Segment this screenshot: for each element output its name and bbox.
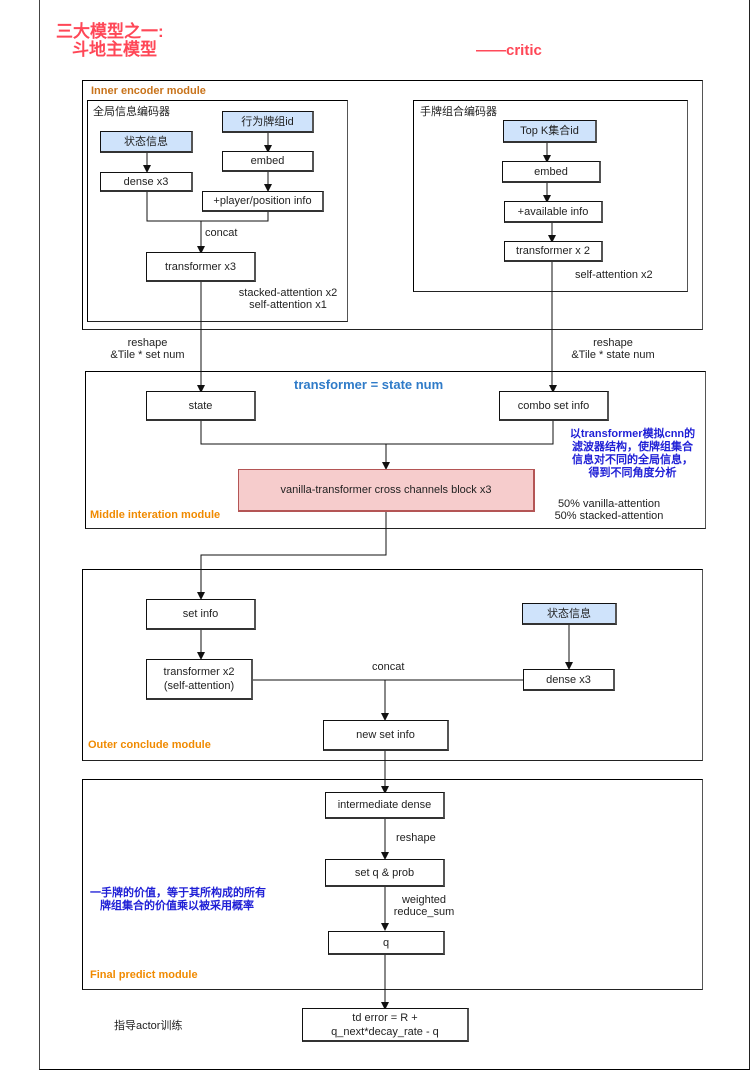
global-attention-note: stacked-attention x2 self-attention x1 — [232, 287, 344, 311]
q-box[interactable]: q — [328, 931, 445, 955]
player-position-info-box[interactable]: +player/position info — [202, 191, 324, 212]
final-reshape-label: reshape — [396, 832, 436, 844]
hand-attention-note: self-attention x2 — [575, 269, 653, 281]
final-note-line2: 牌组集合的价值乘以被采用概率 — [100, 900, 254, 912]
outer-concat-label: concat — [372, 661, 405, 673]
new-set-info-box[interactable]: new set info — [323, 720, 449, 751]
reshape-right-line2: &Tile * state num — [571, 349, 655, 361]
middle-blue-note: 以transformer模拟cnn的 滤波器结构，使牌组集合 信息对不同的全局信… — [560, 428, 705, 480]
td-error-line2: q_next*decay_rate - q — [331, 1025, 439, 1038]
attention-note-line2: self-attention x1 — [249, 299, 327, 311]
topk-set-id-input[interactable]: Top K集合id — [503, 120, 597, 143]
outer-transformer-line2: (self-attention) — [163, 680, 235, 692]
middle-module-title: Middle interation module — [90, 509, 221, 521]
reshape-right-line1: reshape — [593, 337, 633, 349]
guide-actor-label: 指导actor训练 — [114, 1020, 183, 1032]
ratio-line1: 50% vanilla-attention — [557, 498, 661, 510]
state-info-input[interactable]: 状态信息 — [100, 131, 193, 153]
outer-state-info-input[interactable]: 状态信息 — [522, 603, 617, 625]
arrowhead — [381, 923, 389, 931]
outer-module-title: Outer conclude module — [88, 739, 211, 751]
attention-note-line1: stacked-attention x2 — [238, 287, 338, 299]
weighted-line2: reduce_sum — [393, 906, 455, 918]
embed-box[interactable]: embed — [222, 151, 314, 172]
dense-x3-box[interactable]: dense x3 — [100, 172, 193, 192]
state-box[interactable]: state — [146, 391, 256, 421]
final-blue-note: 一手牌的价值，等于其所构成的所有 牌组集合的价值乘以被采用概率 — [90, 887, 266, 913]
transformer-x3-box[interactable]: transformer x3 — [146, 252, 256, 282]
available-info-box[interactable]: +available info — [504, 201, 603, 223]
combo-set-info-box[interactable]: combo set info — [499, 391, 609, 421]
intermediate-dense-box[interactable]: intermediate dense — [325, 792, 445, 819]
concat-label: concat — [205, 227, 238, 239]
final-note-line1: 一手牌的价值，等于其所构成的所有 — [90, 887, 266, 899]
reshape-left-line2: &Tile * set num — [110, 349, 185, 361]
middle-note-line1: 以transformer模拟cnn的 — [569, 428, 696, 440]
outer-transformer-box[interactable]: transformer x2 (self-attention) — [146, 659, 253, 700]
ratio-line2: 50% stacked-attention — [554, 510, 664, 522]
hand-transformer-x2-box[interactable]: transformer x 2 — [504, 241, 603, 262]
wire-cross-to-setinfo — [200, 512, 387, 592]
outer-dense-x3-box[interactable]: dense x3 — [523, 669, 615, 691]
action-card-id-input[interactable]: 行为牌组id — [222, 111, 314, 133]
td-error-box[interactable]: td error = R + q_next*decay_rate - q — [302, 1008, 469, 1042]
weighted-line1: weighted — [401, 894, 447, 906]
set-info-box[interactable]: set info — [146, 599, 256, 630]
middle-note-line3: 信息对不同的全局信息， — [572, 454, 693, 466]
reshape-left-line1: reshape — [127, 337, 168, 349]
attention-ratio-note: 50% vanilla-attention 50% stacked-attent… — [544, 498, 674, 522]
weighted-reduce-label: weighted reduce_sum — [390, 894, 458, 918]
middle-note-line2: 滤波器结构，使牌组集合 — [572, 441, 693, 453]
middle-note-line4: 得到不同角度分析 — [588, 467, 677, 479]
final-module-title: Final predict module — [90, 969, 198, 981]
middle-heading: transformer = state num — [294, 377, 444, 392]
hand-embed-box[interactable]: embed — [502, 161, 601, 183]
reshape-left-label: reshape &Tile * set num — [100, 337, 195, 361]
outer-transformer-line1: transformer x2 — [163, 666, 235, 678]
reshape-right-label: reshape &Tile * state num — [563, 337, 663, 361]
set-q-prob-box[interactable]: set q & prob — [325, 859, 445, 887]
cross-channels-block[interactable]: vanilla-transformer cross channels block… — [238, 469, 535, 512]
wire-state-combo-join — [200, 420, 554, 445]
td-error-line1: td error = R + — [352, 1011, 418, 1024]
